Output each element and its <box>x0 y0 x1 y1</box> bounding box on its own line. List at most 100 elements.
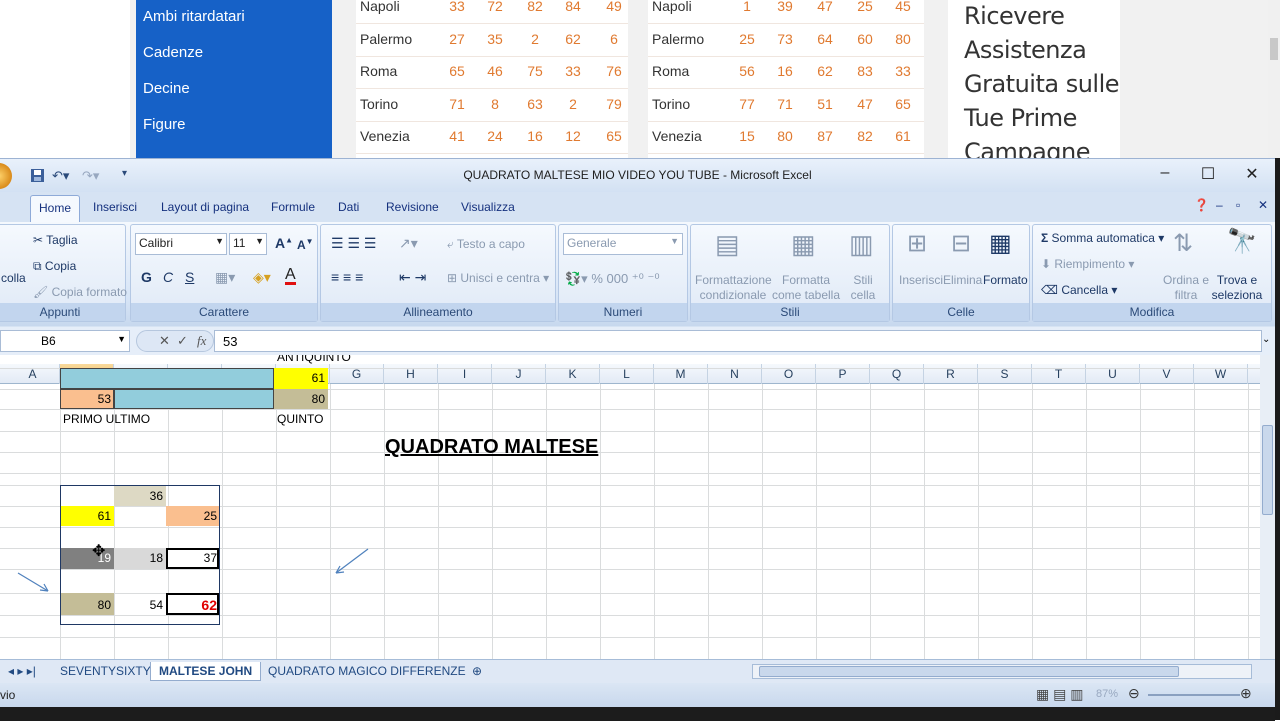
autosum-button[interactable]: Σ Somma automatica ▾ <box>1041 231 1164 245</box>
name-box[interactable]: B6 ▼ <box>0 330 130 352</box>
column-header-n[interactable]: N <box>708 364 762 384</box>
ribbon-close-icon[interactable]: ✕ <box>1258 198 1268 212</box>
delete-cells-button[interactable]: Elimina <box>943 273 982 287</box>
heading-quadrato-maltese[interactable]: QUADRATO MALTESE <box>382 433 601 461</box>
font-name-select[interactable]: Calibri ▼ <box>135 233 227 255</box>
underline-button[interactable]: S <box>185 269 194 285</box>
web-nav-item[interactable]: Decine <box>143 80 190 97</box>
cell-b7[interactable]: PRIMO ULTIMO <box>60 409 153 429</box>
column-header-r[interactable]: R <box>924 364 978 384</box>
cell-styles-icon[interactable]: ▥ <box>849 229 874 260</box>
font-color-icon[interactable]: A <box>285 267 296 285</box>
vertical-scrollbar[interactable] <box>1260 355 1275 659</box>
ribbon-restore-icon[interactable]: ▫ <box>1236 198 1240 212</box>
minimize-icon[interactable]: – <box>1145 164 1185 186</box>
column-header-j[interactable]: J <box>492 364 546 384</box>
column-header-l[interactable]: L <box>600 364 654 384</box>
format-painter-button[interactable]: 🖌 Copia formato <box>33 285 127 299</box>
zoom-slider[interactable] <box>1148 694 1240 696</box>
tab-home[interactable]: Home <box>30 195 81 222</box>
cell-b15[interactable]: 80 <box>60 595 114 615</box>
grow-font-icon[interactable]: A▲ <box>275 235 293 251</box>
column-header-u[interactable]: U <box>1086 364 1140 384</box>
column-header-m[interactable]: M <box>654 364 708 384</box>
tab-view[interactable]: Visualizza <box>461 200 515 214</box>
ribbon-minimize-icon[interactable]: – <box>1216 198 1223 212</box>
conditional-format-button[interactable]: Formattazione condizionale <box>695 273 772 303</box>
align-left-icon[interactable]: ≡ ≡ ≡ <box>331 269 363 285</box>
column-header-h[interactable]: H <box>384 364 438 384</box>
delete-cells-icon[interactable]: ⊟ <box>951 229 971 258</box>
cell-c13[interactable]: 18 <box>114 548 166 568</box>
column-header-a[interactable]: A <box>6 364 60 384</box>
cell-f4[interactable]: ANTIQUINTO <box>274 355 354 367</box>
column-header-k[interactable]: K <box>546 364 600 384</box>
paste-button[interactable]: colla <box>1 271 26 285</box>
find-select-button[interactable]: Trova e seleziona <box>1209 273 1265 303</box>
cell-b11[interactable]: 61 <box>60 506 114 526</box>
cell-c15[interactable]: 54 <box>114 595 166 615</box>
sheet-tab-seventysixty[interactable]: SEVENTYSIXTY <box>52 662 159 681</box>
tab-data[interactable]: Dati <box>338 200 359 214</box>
find-select-icon[interactable]: 🔭 <box>1227 227 1257 256</box>
insert-cells-icon[interactable]: ⊞ <box>907 229 927 258</box>
align-top-icon[interactable]: ☰ ☰ ☰ <box>331 235 376 252</box>
number-format-select[interactable]: Generale ▼ <box>563 233 683 255</box>
borders-icon[interactable]: ▦▾ <box>215 269 235 286</box>
column-header-o[interactable]: O <box>762 364 816 384</box>
sheet-tab-quadrato-magico[interactable]: QUADRATO MAGICO DIFFERENZE <box>260 662 474 681</box>
wrap-text-button[interactable]: ⤶ Testo a capo <box>447 237 525 252</box>
cell-f5[interactable]: 61 <box>274 368 328 388</box>
fill-button[interactable]: ⬇ Riempimento ▾ <box>1041 257 1134 271</box>
column-header-t[interactable]: T <box>1032 364 1086 384</box>
cell-b13[interactable]: 19 <box>60 548 114 568</box>
zoom-in-icon[interactable]: ⊕ <box>1240 685 1252 702</box>
web-scrollbar[interactable] <box>1268 0 1280 158</box>
column-header-q[interactable]: Q <box>870 364 924 384</box>
column-header-w[interactable]: W <box>1194 364 1248 384</box>
web-nav-item[interactable]: Figure <box>143 116 186 133</box>
insert-function-icon[interactable]: fx <box>197 333 206 349</box>
tab-insert[interactable]: Inserisci <box>93 200 137 214</box>
merge-center-button[interactable]: ⊞ Unisci e centra ▾ <box>447 271 549 285</box>
cell-d13[interactable]: 37 <box>166 548 220 568</box>
cancel-formula-icon[interactable]: ✕ <box>159 333 170 349</box>
column-header-g[interactable]: G <box>330 364 384 384</box>
format-cells-icon[interactable]: ▦ <box>989 229 1012 258</box>
insert-cells-button[interactable]: Inserisci <box>899 273 943 287</box>
clear-button[interactable]: ⌫ Cancella ▾ <box>1041 283 1117 297</box>
tab-page-layout[interactable]: Layout di pagina <box>161 200 249 214</box>
formula-input[interactable]: 53 <box>214 330 1262 352</box>
font-size-select[interactable]: 11 ▼ <box>229 233 267 255</box>
column-header-p[interactable]: P <box>816 364 870 384</box>
cell-d11[interactable]: 25 <box>166 506 220 526</box>
sort-filter-button[interactable]: Ordina e filtra <box>1161 273 1211 303</box>
indent-icon[interactable]: ⇤ ⇥ <box>399 269 426 286</box>
zoom-out-icon[interactable]: ⊖ <box>1128 685 1140 702</box>
worksheet-grid[interactable]: ABCDEFGHIJKLMNOPQRSTUVW ANTIQUINTO 61 53… <box>0 355 1260 659</box>
format-cells-button[interactable]: Formato <box>983 273 1028 287</box>
italic-button[interactable]: C <box>163 269 173 285</box>
enter-formula-icon[interactable]: ✓ <box>177 333 188 349</box>
cut-button[interactable]: ✂ Taglia <box>33 233 78 247</box>
web-nav-item[interactable]: Cadenze <box>143 44 203 61</box>
copy-button[interactable]: ⧉ Copia <box>33 259 76 274</box>
format-table-button[interactable]: Formatta come tabella <box>771 273 841 303</box>
cell-styles-button[interactable]: Stili cella <box>841 273 885 303</box>
column-header-s[interactable]: S <box>978 364 1032 384</box>
web-nav-item[interactable]: Ambi ritardatari <box>143 8 245 25</box>
column-header-v[interactable]: V <box>1140 364 1194 384</box>
sort-filter-icon[interactable]: ⇅ <box>1173 229 1193 258</box>
help-icon[interactable]: ❓ <box>1194 198 1209 212</box>
view-buttons-icon[interactable]: ▦ ▤ ▥ <box>1036 686 1083 703</box>
tab-formulas[interactable]: Formule <box>271 200 315 214</box>
fill-color-icon[interactable]: ◈▾ <box>253 269 271 286</box>
cell-c10[interactable]: 36 <box>114 486 166 506</box>
shrink-font-icon[interactable]: A▼ <box>297 237 314 252</box>
new-sheet-icon[interactable]: ⊕ <box>464 662 490 681</box>
orientation-icon[interactable]: ↗▾ <box>399 235 418 252</box>
bold-button[interactable]: G <box>141 269 152 285</box>
close-icon[interactable]: ✕ <box>1232 164 1272 186</box>
expand-formula-icon[interactable]: ⌄ <box>1262 334 1270 345</box>
tab-review[interactable]: Revisione <box>386 200 439 214</box>
